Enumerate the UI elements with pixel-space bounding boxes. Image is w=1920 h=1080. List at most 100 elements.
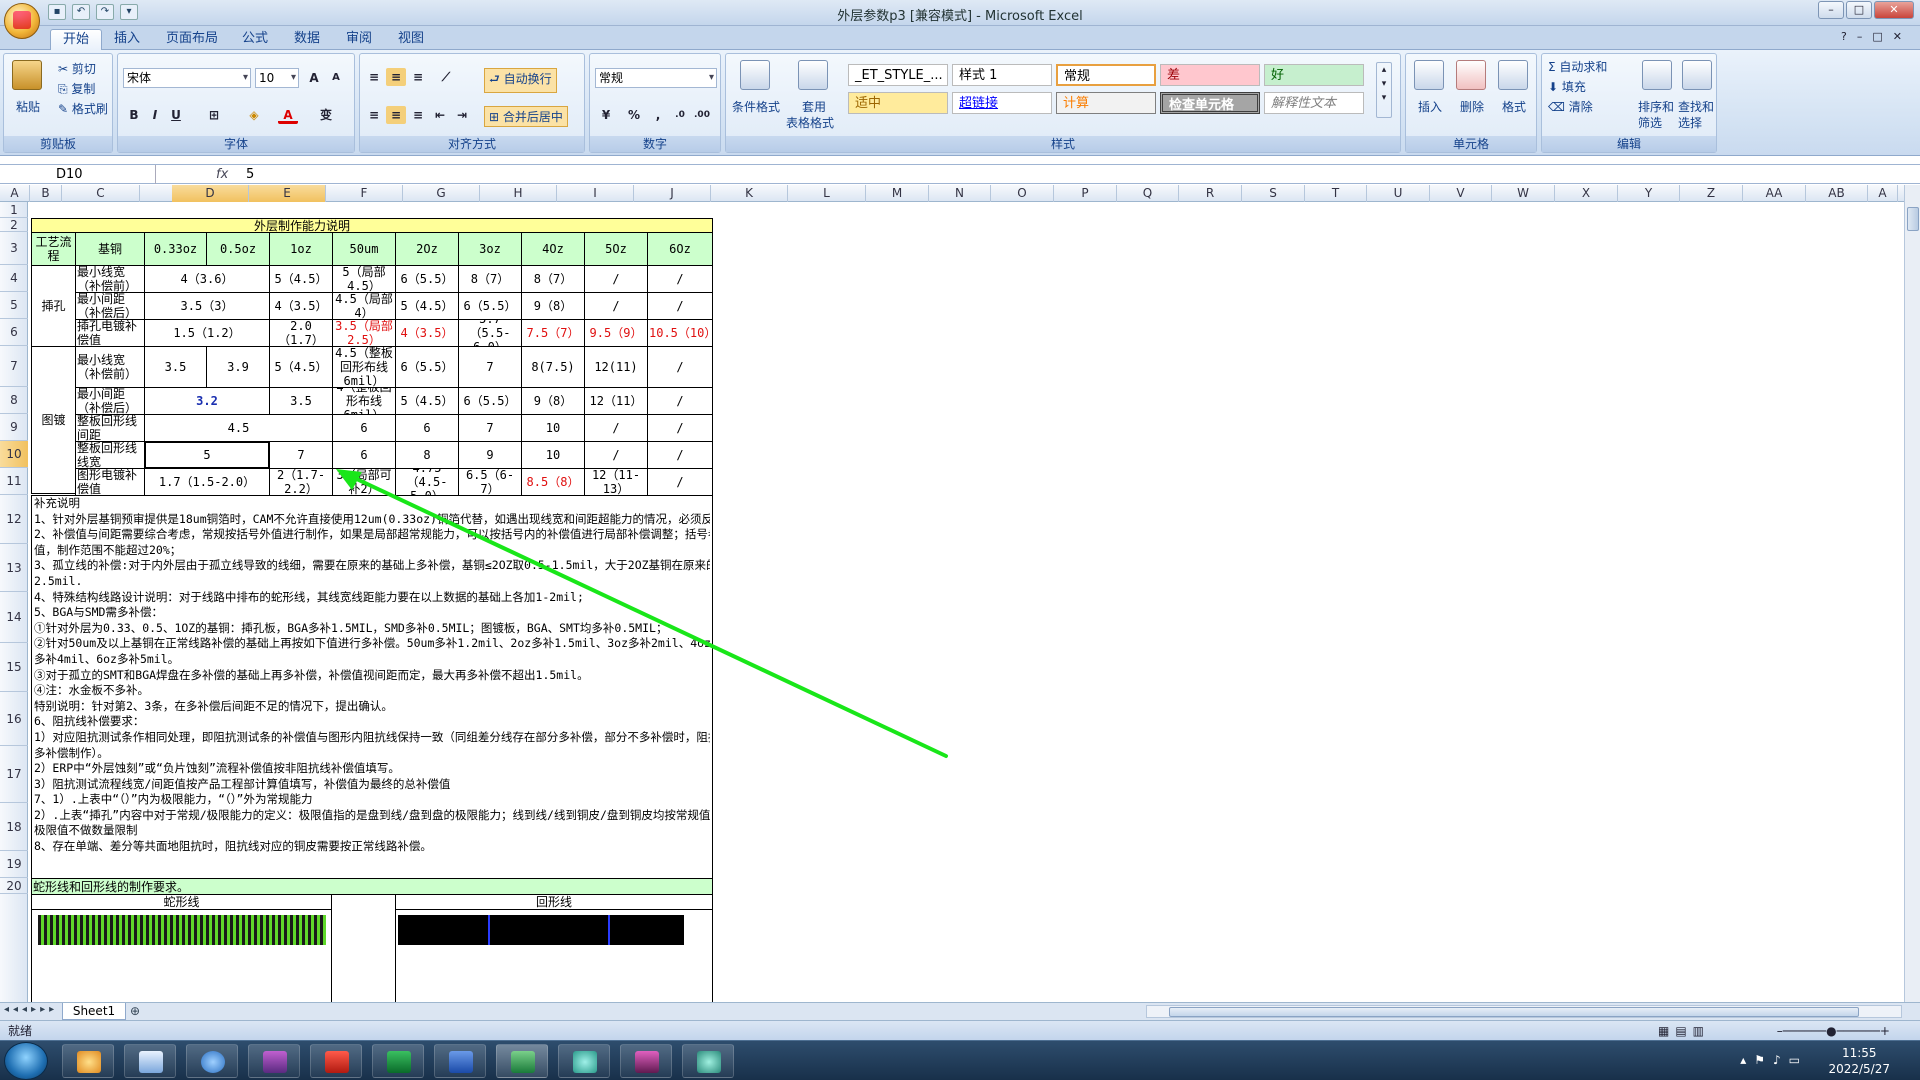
column-header[interactable]: E: [249, 185, 326, 202]
minimize-button[interactable]: –: [1818, 1, 1844, 19]
loop-line-label[interactable]: 回形线: [395, 894, 713, 910]
decrease-decimal-icon[interactable]: .00: [692, 106, 712, 124]
table-format-icon[interactable]: [798, 60, 828, 90]
wrap-text-button[interactable]: ⮐ 自动换行: [484, 68, 557, 93]
section-title[interactable]: 蛇形线和回形线的制作要求。: [31, 878, 713, 895]
shrink-font-icon[interactable]: A: [326, 69, 346, 87]
grow-font-icon[interactable]: A: [304, 69, 324, 87]
taskbar-word-icon[interactable]: [434, 1044, 486, 1078]
row-header[interactable]: 13: [0, 544, 28, 592]
row-header[interactable]: 20: [0, 878, 28, 894]
snake-line-label[interactable]: 蛇形线: [31, 894, 332, 910]
align-top-icon[interactable]: ≡: [364, 68, 384, 86]
style-good[interactable]: 好: [1264, 64, 1364, 86]
conditional-format-button[interactable]: 条件格式: [732, 98, 780, 115]
align-bottom-icon[interactable]: ≡: [408, 68, 428, 86]
tab-home[interactable]: 开始: [50, 29, 103, 50]
styles-scroll-icon[interactable]: ▴ ▾ ▾: [1376, 62, 1392, 118]
style-normal[interactable]: 常规: [1056, 64, 1156, 86]
italic-icon[interactable]: I: [145, 106, 165, 124]
sort-filter-label-2[interactable]: 筛选: [1638, 114, 1662, 131]
tab-page-layout[interactable]: 页面布局: [154, 29, 230, 50]
style-explanatory[interactable]: 解释性文本: [1264, 92, 1364, 114]
row-header[interactable]: 17: [0, 746, 28, 803]
worksheet-grid[interactable]: 外层制作能力说明 工艺流程 基铜 0.33oz 0.5oz 1oz 50um 2…: [28, 202, 1908, 1002]
start-button[interactable]: [4, 1042, 48, 1080]
bold-icon[interactable]: B: [124, 106, 144, 124]
style-neutral[interactable]: 适中: [848, 92, 948, 114]
align-center-icon[interactable]: ≡: [386, 106, 406, 124]
table-format-button-line2[interactable]: 表格格式: [786, 114, 834, 131]
sort-filter-label-1[interactable]: 排序和: [1638, 98, 1674, 115]
row-header[interactable]: 3: [0, 232, 28, 265]
tab-review[interactable]: 审阅: [334, 29, 384, 50]
column-header[interactable]: K: [711, 185, 788, 202]
fill-color-icon[interactable]: ◈: [244, 106, 264, 124]
column-header[interactable]: P: [1054, 185, 1117, 202]
style-et[interactable]: _ET_STYLE_...: [848, 64, 948, 86]
column-header[interactable]: Q: [1117, 185, 1179, 202]
column-header[interactable]: L: [788, 185, 866, 202]
format-cells-icon[interactable]: [1498, 60, 1528, 90]
increase-indent-icon[interactable]: ⇥: [452, 106, 472, 124]
align-middle-icon[interactable]: ≡: [386, 68, 406, 86]
merge-center-button[interactable]: ⊞ 合并后居中: [484, 106, 568, 127]
table-format-button-line1[interactable]: 套用: [802, 98, 826, 115]
column-header[interactable]: W: [1492, 185, 1555, 202]
row-header[interactable]: 19: [0, 851, 28, 878]
autosum-button[interactable]: Σ 自动求和: [1548, 58, 1607, 75]
sort-filter-icon[interactable]: [1642, 60, 1672, 90]
currency-icon[interactable]: ¥: [596, 106, 616, 124]
cut-button[interactable]: ✂ 剪切: [58, 60, 96, 77]
fx-icon[interactable]: fx: [162, 165, 240, 184]
tab-insert[interactable]: 插入: [102, 29, 152, 50]
tab-view[interactable]: 视图: [386, 29, 436, 50]
taskbar-app-icon[interactable]: [682, 1044, 734, 1078]
row-header[interactable]: 16: [0, 692, 28, 746]
column-header[interactable]: R: [1179, 185, 1242, 202]
taskbar-app-icon[interactable]: [372, 1044, 424, 1078]
comma-icon[interactable]: ,: [648, 106, 668, 124]
customize-icon[interactable]: ▾: [120, 4, 138, 20]
column-header[interactable]: Z: [1680, 185, 1743, 202]
find-select-icon[interactable]: [1682, 60, 1712, 90]
column-header[interactable]: AB: [1806, 185, 1868, 202]
phonetic-icon[interactable]: 变: [316, 106, 336, 124]
column-header[interactable]: T: [1305, 185, 1367, 202]
horizontal-scroll-thumb[interactable]: [1169, 1007, 1859, 1017]
column-header[interactable]: V: [1430, 185, 1492, 202]
insert-cells-button[interactable]: 插入: [1418, 98, 1442, 115]
row-header[interactable]: 7: [0, 346, 28, 387]
column-header[interactable]: I: [557, 185, 634, 202]
column-header[interactable]: G: [403, 185, 480, 202]
column-header[interactable]: D: [172, 185, 249, 202]
column-header[interactable]: B: [30, 185, 62, 202]
tab-data[interactable]: 数据: [282, 29, 332, 50]
help-icon[interactable]: ?–□✕: [1841, 30, 1912, 43]
font-size-select[interactable]: 10: [255, 68, 299, 88]
style-hyperlink[interactable]: 超链接: [952, 92, 1052, 114]
font-name-select[interactable]: 宋体: [123, 68, 251, 88]
delete-cells-button[interactable]: 删除: [1460, 98, 1484, 115]
new-sheet-icon[interactable]: ⊕: [130, 1004, 140, 1018]
close-button[interactable]: ✕: [1874, 1, 1914, 19]
column-header[interactable]: A: [1868, 185, 1898, 202]
column-header[interactable]: C: [62, 185, 140, 202]
row-header[interactable]: 14: [0, 592, 28, 643]
paste-icon[interactable]: [12, 60, 42, 90]
column-header[interactable]: H: [480, 185, 557, 202]
column-header[interactable]: AA: [1743, 185, 1806, 202]
zoom-slider[interactable]: –──────●──────+: [1777, 1021, 1890, 1041]
column-header[interactable]: J: [634, 185, 711, 202]
taskbar-app-icon[interactable]: [62, 1044, 114, 1078]
percent-icon[interactable]: %: [624, 106, 644, 124]
taskbar-excel-icon[interactable]: [496, 1044, 548, 1078]
taskbar-app-icon[interactable]: [248, 1044, 300, 1078]
style-calculation[interactable]: 计算: [1056, 92, 1156, 114]
align-left-icon[interactable]: ≡: [364, 106, 384, 124]
insert-cells-icon[interactable]: [1414, 60, 1444, 90]
row-header[interactable]: 11: [0, 468, 28, 495]
delete-cells-icon[interactable]: [1456, 60, 1486, 90]
row-header[interactable]: 4: [0, 265, 28, 292]
row-header[interactable]: 15: [0, 643, 28, 692]
